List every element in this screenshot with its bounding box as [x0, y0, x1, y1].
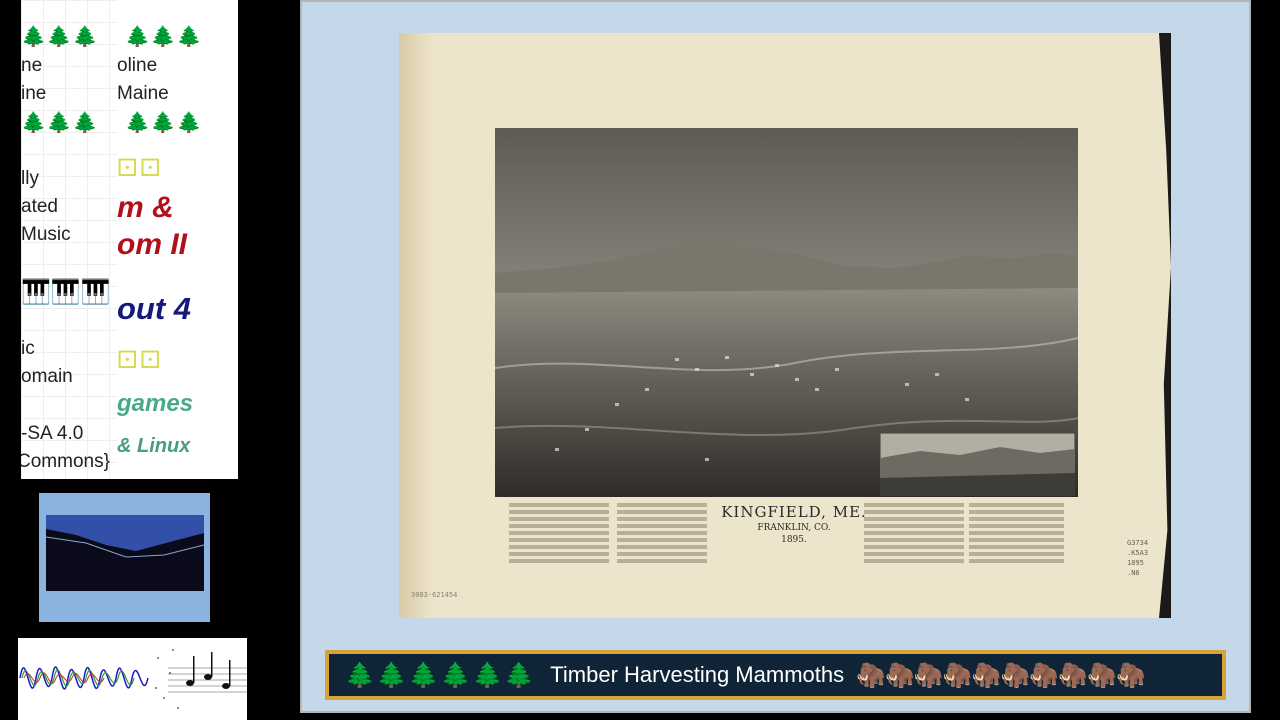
license-line: ic	[21, 338, 35, 359]
tree-icons: 🌲🌲🌲🌲🌲🌲	[345, 661, 537, 689]
waveform-image	[18, 638, 247, 720]
landscape-thumbnail[interactable]	[39, 493, 210, 622]
map-title: KINGFIELD, ME.	[721, 503, 867, 521]
credit-line: Music	[21, 224, 71, 245]
title-banner: 🌲🌲🌲🌲🌲🌲 Timber Harvesting Mammoths 🦣🦣🦣🦣🦣🦣…	[325, 650, 1226, 700]
tree-icons: 🌲🌲🌲	[125, 110, 203, 134]
video-title: Timber Harvesting Mammoths	[550, 662, 845, 687]
map-legend	[864, 500, 964, 566]
game-title: games	[117, 390, 194, 417]
map-legend	[617, 500, 707, 566]
landscape-icon	[46, 515, 204, 591]
tree-icons: 🌲🌲🌲	[21, 24, 99, 48]
call-number-line: .K5A3	[1127, 549, 1149, 557]
map-legend	[969, 500, 1064, 566]
call-number-line: .N6	[1127, 569, 1140, 577]
info-column-right: 🌲🌲🌲 oline Maine 🌲🌲🌲 ⚀⚀ m & om II out 4 ⚀…	[117, 0, 238, 479]
map-legend	[509, 500, 609, 566]
license-line: -SA 4.0	[21, 423, 84, 444]
title-banner-inner: 🌲🌲🌲🌲🌲🌲 Timber Harvesting Mammoths 🦣🦣🦣🦣🦣🦣…	[329, 654, 1222, 696]
location-line: ne	[21, 55, 43, 76]
info-card: 🌲🌲🌲 ne ine 🌲🌲🌲 lly ated Music 🎹🎹🎹 ic oma…	[21, 0, 238, 479]
call-number-line: 1895	[1127, 559, 1144, 567]
license-line: omain	[21, 366, 73, 387]
waveform-music-notes-icon	[19, 649, 247, 709]
location-line: ine	[21, 83, 47, 104]
piano-icon: 🎹🎹🎹	[21, 278, 111, 306]
license-line: Commons}	[21, 451, 110, 472]
historic-map-sheet[interactable]: KINGFIELD, ME. FRANKLIN, CO. 1895. 3003-…	[399, 33, 1171, 618]
main-panel: KINGFIELD, ME. FRANKLIN, CO. 1895. 3003-…	[300, 0, 1251, 713]
dice-icon: ⚀⚀	[117, 346, 163, 374]
game-title: om II	[117, 228, 188, 261]
credit-line: ated	[21, 196, 58, 217]
paper-edge	[399, 33, 433, 618]
location-line: oline	[117, 55, 158, 76]
platform-label: & Linux	[117, 435, 191, 457]
game-title: m &	[117, 191, 174, 224]
call-number: G3734 .K5A3 1895 .N6	[1127, 538, 1148, 578]
map-title-block: KINGFIELD, ME. FRANKLIN, CO. 1895.	[699, 503, 889, 545]
credit-line: lly	[21, 168, 39, 189]
map-year: 1895.	[781, 535, 807, 545]
catalog-note: 3003-621454	[411, 591, 458, 599]
tree-icons: 🌲🌲🌲	[21, 110, 99, 134]
dice-icon: ⚀⚀	[117, 154, 163, 182]
location-line: Maine	[117, 83, 169, 104]
call-number-line: G3734	[1127, 539, 1149, 547]
game-title: out 4	[117, 291, 192, 326]
tree-icons: 🌲🌲🌲	[125, 24, 203, 48]
map-county: FRANKLIN, CO.	[757, 523, 831, 533]
paper-edge	[1159, 33, 1171, 618]
mammoth-icons: 🦣🦣🦣🦣🦣🦣🦣🦣🦣🦣	[856, 661, 1146, 689]
inset-view-illustration	[880, 433, 1075, 496]
info-column-left: 🌲🌲🌲 ne ine 🌲🌲🌲 lly ated Music 🎹🎹🎹 ic oma…	[21, 0, 117, 479]
